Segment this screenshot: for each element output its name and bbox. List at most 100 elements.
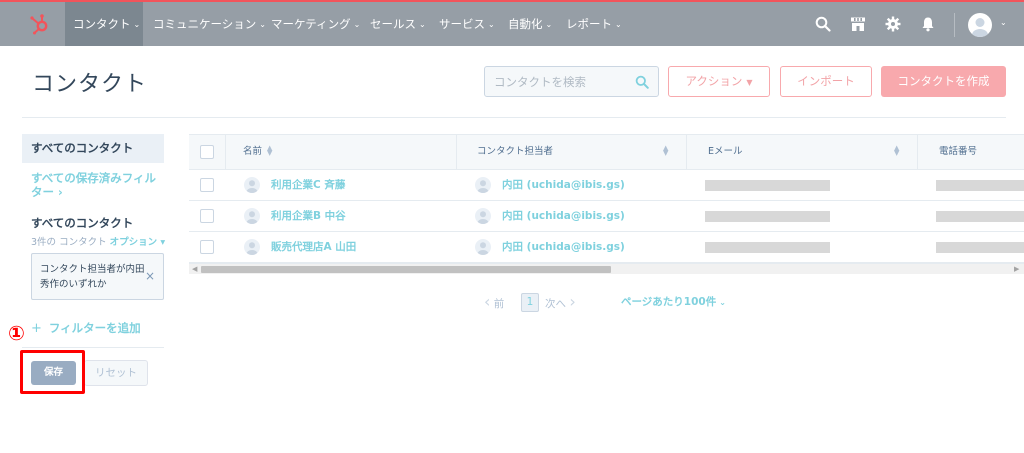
marketplace-icon[interactable]	[850, 16, 866, 32]
redacted-phone	[936, 211, 1024, 222]
chevron-down-icon: ⌄	[719, 298, 726, 307]
nav-item-label: サービス	[439, 17, 485, 31]
owner-avatar-icon	[475, 208, 491, 224]
search-icon[interactable]	[635, 75, 649, 89]
scroll-left-arrow-icon[interactable]: ◀	[192, 264, 197, 274]
column-header-label: Eメール	[708, 146, 743, 157]
nav-item-label: コンタクト	[73, 17, 131, 31]
column-header-label: 電話番号	[939, 146, 978, 157]
hubspot-logo-icon[interactable]	[28, 13, 52, 35]
actions-dropdown-button[interactable]: アクション ▼	[668, 66, 770, 97]
nav-item-conversations[interactable]: コミュニケーション ⌄	[153, 2, 266, 46]
user-silhouette-icon	[972, 18, 988, 37]
nav-item-sales[interactable]: セールス ⌄	[370, 2, 426, 46]
header-divider	[22, 117, 1006, 118]
nav-item-service[interactable]: サービス ⌄	[439, 2, 495, 46]
chevron-right-icon: ›	[569, 292, 576, 311]
annotation-highlight-box	[20, 350, 85, 394]
caret-down-icon: ▼	[746, 78, 753, 87]
active-filter-chip[interactable]: コンタクト担当者が内田 秀作のいずれか ×	[31, 253, 164, 300]
chevron-down-icon: ⌄	[615, 20, 622, 29]
column-divider	[225, 135, 226, 169]
contact-name-link[interactable]: 利用企業C 斉藤	[271, 170, 345, 201]
contact-count: 3件の コンタクト オプション ▾	[31, 234, 165, 248]
contact-search-input[interactable]	[485, 67, 630, 96]
redacted-email	[705, 211, 830, 222]
import-button[interactable]: インポート	[780, 66, 872, 97]
column-header-name[interactable]: 名前	[243, 135, 262, 169]
table-row[interactable]: 利用企業C 斉藤 内田 (uchida@ibis.gs)	[189, 170, 1024, 201]
row-checkbox[interactable]	[200, 240, 214, 254]
contact-name-link[interactable]: 利用企業B 中谷	[271, 201, 346, 232]
chevron-down-icon: ⌄	[545, 20, 553, 29]
row-checkbox[interactable]	[200, 209, 214, 223]
column-header-label: コンタクト担当者	[477, 146, 554, 157]
redacted-phone	[936, 180, 1024, 191]
chevron-left-icon: ‹	[484, 292, 491, 311]
scroll-right-arrow-icon[interactable]: ▶	[1014, 264, 1019, 274]
add-filter-link[interactable]: + フィルターを追加	[31, 320, 141, 336]
page-size-dropdown[interactable]: ページあたり100件 ⌄	[621, 292, 726, 312]
reset-button[interactable]: リセット	[84, 360, 148, 386]
redacted-email	[705, 242, 830, 253]
prev-label: 前	[493, 298, 505, 310]
column-divider	[456, 135, 457, 169]
options-dropdown[interactable]: オプション ▾	[110, 237, 166, 248]
actions-button-label: アクション	[685, 74, 743, 88]
page-title: コンタクト	[32, 72, 148, 97]
sort-icon[interactable]: ▲ ▼	[894, 145, 899, 157]
column-divider	[917, 135, 918, 169]
sidebar-tab-all-contacts[interactable]: すべてのコンタクト	[22, 134, 164, 163]
table-header: 名前 ▲ ▼ コンタクト担当者 ▲ ▼ Eメール ▲ ▼ 電話番号	[189, 134, 1024, 170]
saved-filters-link[interactable]: すべての保存済みフィルター ›	[31, 171, 161, 199]
column-header-owner[interactable]: コンタクト担当者	[477, 135, 553, 169]
nav-item-reports[interactable]: レポート ⌄	[566, 2, 622, 46]
nav-item-label: セールス	[370, 17, 416, 31]
create-contact-button[interactable]: コンタクトを作成	[881, 66, 1006, 97]
search-icon[interactable]	[815, 16, 831, 32]
nav-item-automation[interactable]: 自動化 ⌄	[508, 2, 552, 46]
add-filter-label: フィルターを追加	[48, 321, 141, 335]
nav-item-label: レポート	[566, 17, 612, 31]
contact-owner-link[interactable]: 内田 (uchida@ibis.gs)	[502, 170, 625, 201]
nav-item-contacts[interactable]: コンタクト ⌄	[65, 2, 143, 46]
column-header-phone[interactable]: 電話番号	[939, 135, 977, 169]
pagination-prev[interactable]: ‹ 前	[484, 292, 504, 312]
table-row[interactable]: 販売代理店A 山田 内田 (uchida@ibis.gs)	[189, 232, 1024, 263]
contact-owner-link[interactable]: 内田 (uchida@ibis.gs)	[502, 232, 625, 263]
chevron-down-icon[interactable]: ⌄	[1000, 18, 1007, 27]
chevron-down-icon: ⌄	[419, 20, 426, 29]
notifications-bell-icon[interactable]	[920, 16, 936, 32]
column-header-label: 名前	[243, 146, 263, 157]
nav-item-marketing[interactable]: マーケティング ⌄	[271, 2, 360, 46]
sort-icon[interactable]: ▲ ▼	[267, 145, 272, 157]
nav-item-label: コミュニケーション	[153, 17, 257, 31]
settings-gear-icon[interactable]	[885, 16, 901, 32]
column-divider	[686, 135, 687, 169]
filter-chip-text: コンタクト担当者が内田 秀作のいずれか	[40, 264, 145, 290]
table-row[interactable]: 利用企業B 中谷 内田 (uchida@ibis.gs)	[189, 201, 1024, 232]
contact-count-text: 3件の コンタクト	[31, 237, 107, 248]
contact-avatar-icon	[244, 208, 260, 224]
row-checkbox[interactable]	[200, 178, 214, 192]
pagination-next[interactable]: 次へ ›	[545, 292, 576, 312]
chevron-down-icon: ⌄	[259, 20, 266, 29]
sort-icon[interactable]: ▲ ▼	[663, 145, 668, 157]
contact-search[interactable]	[484, 66, 659, 97]
contact-avatar-icon	[244, 177, 260, 193]
scrollbar-thumb[interactable]	[201, 266, 611, 273]
chevron-down-icon: ⌄	[488, 20, 495, 29]
contact-owner-link[interactable]: 内田 (uchida@ibis.gs)	[502, 201, 625, 232]
chevron-down-icon: ⌄	[353, 20, 361, 29]
sidebar-divider	[22, 347, 164, 348]
select-all-checkbox[interactable]	[200, 145, 214, 159]
annotation-step-number: ①	[8, 321, 25, 345]
contact-name-link[interactable]: 販売代理店A 山田	[271, 232, 356, 263]
column-header-email[interactable]: Eメール	[708, 135, 743, 169]
horizontal-scrollbar[interactable]: ◀ ▶	[189, 263, 1024, 274]
page-size-label: ページあたり100件	[621, 296, 717, 308]
user-avatar[interactable]	[968, 13, 992, 37]
nav-item-label: 自動化	[508, 17, 543, 31]
pagination-current-page[interactable]: 1	[521, 293, 539, 312]
close-icon[interactable]: ×	[145, 269, 155, 283]
